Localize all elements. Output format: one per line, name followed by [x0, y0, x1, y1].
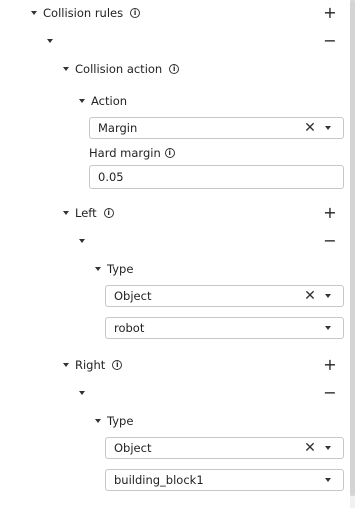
scrollbar-thumb[interactable] — [350, 0, 355, 496]
info-icon[interactable]: i — [164, 148, 175, 158]
action-select-value: Margin — [98, 121, 138, 135]
right-item-header[interactable]: − — [79, 383, 355, 403]
left-type-select[interactable]: Object ✕ — [105, 285, 344, 307]
right-object-select[interactable]: building_block1 — [105, 469, 344, 491]
add-left-button[interactable]: + — [323, 205, 337, 221]
chevron-down-icon[interactable] — [325, 294, 331, 298]
right-type-select[interactable]: Object ✕ — [105, 437, 344, 459]
right-label: Right — [75, 358, 106, 372]
left-type-header[interactable]: Type — [95, 259, 355, 279]
remove-left-item-button[interactable]: − — [323, 233, 337, 249]
caret-down-icon[interactable] — [31, 11, 37, 15]
left-type-select-value: Object — [114, 289, 152, 303]
left-type-label: Type — [107, 262, 134, 276]
left-header[interactable]: Left i + — [63, 203, 355, 223]
collision-action-header[interactable]: Collision action i — [63, 59, 355, 79]
collision-rules-label: Collision rules — [43, 6, 124, 20]
left-object-select[interactable]: robot — [105, 317, 344, 339]
clear-icon[interactable]: ✕ — [303, 288, 317, 304]
remove-collision-rule-button[interactable]: − — [323, 33, 337, 49]
info-icon[interactable]: i — [130, 8, 141, 18]
action-label: Action — [91, 94, 128, 108]
add-collision-rule-button[interactable]: + — [323, 5, 337, 21]
chevron-down-icon[interactable] — [325, 326, 331, 330]
caret-down-icon[interactable] — [47, 39, 53, 43]
caret-down-icon[interactable] — [95, 419, 101, 423]
left-object-select-value: robot — [114, 321, 145, 335]
caret-down-icon[interactable] — [79, 391, 85, 395]
right-object-select-value: building_block1 — [114, 473, 204, 487]
caret-down-icon[interactable] — [79, 239, 85, 243]
info-icon[interactable]: i — [103, 208, 114, 218]
info-icon[interactable]: i — [112, 360, 123, 370]
scrollbar-track[interactable] — [350, 0, 355, 508]
caret-down-icon[interactable] — [95, 267, 101, 271]
caret-down-icon[interactable] — [63, 67, 69, 71]
clear-icon[interactable]: ✕ — [303, 440, 317, 456]
info-icon[interactable]: i — [169, 64, 180, 74]
collision-action-label: Collision action — [75, 62, 163, 76]
hard-margin-label: Hard margin — [89, 146, 161, 160]
hard-margin-label-row: Hard margin i — [89, 143, 355, 163]
add-right-button[interactable]: + — [323, 357, 337, 373]
chevron-down-icon[interactable] — [325, 478, 331, 482]
chevron-down-icon[interactable] — [325, 126, 331, 130]
action-select[interactable]: Margin ✕ — [89, 117, 344, 139]
chevron-down-icon[interactable] — [325, 446, 331, 450]
clear-icon[interactable]: ✕ — [303, 120, 317, 136]
collision-rule-item-header[interactable]: − — [47, 31, 355, 51]
right-type-header[interactable]: Type — [95, 411, 355, 431]
remove-right-item-button[interactable]: − — [323, 385, 337, 401]
action-header[interactable]: Action — [79, 91, 355, 111]
caret-down-icon[interactable] — [79, 99, 85, 103]
left-label: Left — [75, 206, 97, 220]
hard-margin-input[interactable] — [89, 165, 344, 189]
collision-rules-header[interactable]: Collision rules i + — [31, 3, 355, 23]
right-type-label: Type — [107, 414, 134, 428]
right-type-select-value: Object — [114, 441, 152, 455]
caret-down-icon[interactable] — [63, 211, 69, 215]
right-header[interactable]: Right i + — [63, 355, 355, 375]
left-item-header[interactable]: − — [79, 231, 355, 251]
caret-down-icon[interactable] — [63, 363, 69, 367]
